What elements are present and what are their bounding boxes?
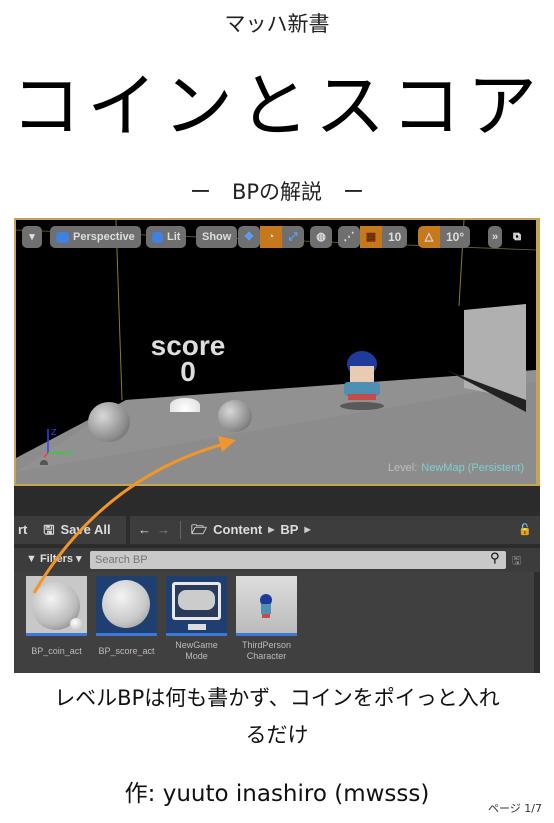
surface-snap-icon: ⋰ <box>343 231 355 243</box>
level-viewport: ▾ Perspective Lit Show ✥ ◔ ⤢ ◍ ⋰ ▦ 10 △ … <box>14 218 540 486</box>
third-person-character[interactable] <box>334 348 390 412</box>
level-indicator: Level: NewMap (Persistent) <box>387 462 524 474</box>
asset-tile[interactable]: ThirdPerson Character <box>236 576 297 662</box>
caption: レベルBPは何も書かず、コインをポイっと入れ るだけ <box>54 686 500 747</box>
globe-icon: ◍ <box>316 231 326 243</box>
coin-sphere[interactable] <box>218 400 252 432</box>
translate-tool-button[interactable]: ✥ <box>238 226 260 248</box>
asset-thumbnail <box>236 576 297 636</box>
author-credit: 作: yuuto inashiro (mwsss) <box>124 781 430 807</box>
restore-window-icon: ⧉ <box>513 231 521 243</box>
move-arrows-icon: ✥ <box>244 231 254 243</box>
world-local-button[interactable]: ◍ <box>310 226 332 248</box>
grid-snap-value[interactable]: 10 <box>382 226 408 248</box>
filters-button[interactable]: ▼ Filters ▾ <box>26 552 82 565</box>
surface-snap-button[interactable]: ⋰ <box>338 226 360 248</box>
filter-bar: ▼ Filters ▾ ⚲ 🖫 <box>14 548 540 572</box>
asset-tile[interactable]: BP_score_act <box>96 576 157 657</box>
back-button[interactable]: ← <box>138 516 151 544</box>
asset-tile[interactable]: BP_coin_act <box>26 576 87 657</box>
save-disk-icon: 🖫 <box>43 522 55 537</box>
lit-cube-icon <box>152 231 163 243</box>
viewport-options-button[interactable]: ▾ <box>22 226 42 248</box>
grid-snap-toggle[interactable]: ▦ <box>360 226 382 248</box>
forward-button[interactable]: → <box>157 516 170 544</box>
divider <box>180 521 181 539</box>
breadcrumb-bp[interactable]: BP <box>280 516 298 544</box>
scale-tool-button[interactable]: ⤢ <box>282 226 304 248</box>
asset-thumbnail <box>96 576 157 636</box>
svg-text:Y: Y <box>68 449 74 458</box>
perspective-button[interactable]: Perspective <box>50 226 141 248</box>
page-subtitle: ー BPの解説 ー <box>189 180 365 204</box>
rotate-icon: ◔ <box>267 231 275 243</box>
save-all-button[interactable]: rt 🖫 Save All <box>14 516 126 544</box>
breadcrumb-content[interactable]: Content <box>213 516 262 544</box>
grid-icon: ▦ <box>365 231 377 243</box>
lock-icon[interactable]: 🔓 <box>518 516 532 544</box>
scene-background <box>16 220 536 484</box>
asset-grid: BP_coin_act BP_score_act NewGame Mode Th… <box>14 572 540 673</box>
page-indicator: ページ 1/7 <box>488 802 542 815</box>
score-text-actor: score 0 <box>150 330 226 387</box>
path-bar: ← → 🗁 Content ▶ BP ▶ 🔓 <box>130 516 540 544</box>
page-title: コインとスコア <box>11 65 543 147</box>
breadcrumb-chevron-icon[interactable]: ▶ <box>268 516 274 544</box>
breadcrumb-chevron-icon[interactable]: ▶ <box>304 516 310 544</box>
editor-screenshot: ▾ Perspective Lit Show ✥ ◔ ⤢ ◍ ⋰ ▦ 10 △ … <box>14 218 540 673</box>
angle-snap-toggle[interactable]: △ <box>418 226 440 248</box>
show-button[interactable]: Show <box>196 226 238 248</box>
asset-thumbnail <box>166 576 227 636</box>
more-options-button[interactable]: » <box>488 226 502 248</box>
svg-text:Z: Z <box>51 428 57 437</box>
gamepad-icon <box>178 590 215 610</box>
scale-icon: ⤢ <box>288 231 298 243</box>
angle-snap-value[interactable]: 10° <box>440 226 471 248</box>
folder-icon: 🗁 <box>191 522 208 537</box>
angle-icon: △ <box>424 231 434 243</box>
rotate-tool-button[interactable]: ◔ <box>260 226 282 248</box>
perspective-icon <box>56 231 69 243</box>
search-input[interactable] <box>90 551 506 569</box>
funnel-icon: ▼ <box>26 553 37 565</box>
coin-sphere[interactable] <box>88 402 130 442</box>
asset-tile[interactable]: NewGame Mode <box>166 576 227 662</box>
asset-thumbnail <box>26 576 87 636</box>
view-mode-button[interactable]: Lit <box>146 226 187 248</box>
maximize-viewport-button[interactable]: ⧉ <box>510 226 524 248</box>
axis-gizmo: Z Y <box>40 428 74 465</box>
search-icon[interactable]: ⚲ <box>490 551 500 566</box>
save-search-icon[interactable]: 🖫 <box>512 552 521 571</box>
score-dome[interactable] <box>170 398 200 412</box>
dropdown-triangle-icon: ▾ <box>29 231 35 243</box>
series-name: マッハ新書 <box>224 12 330 36</box>
content-browser-toolbar: rt 🖫 Save All ← → 🗁 Content ▶ BP ▶ 🔓 <box>14 512 540 546</box>
